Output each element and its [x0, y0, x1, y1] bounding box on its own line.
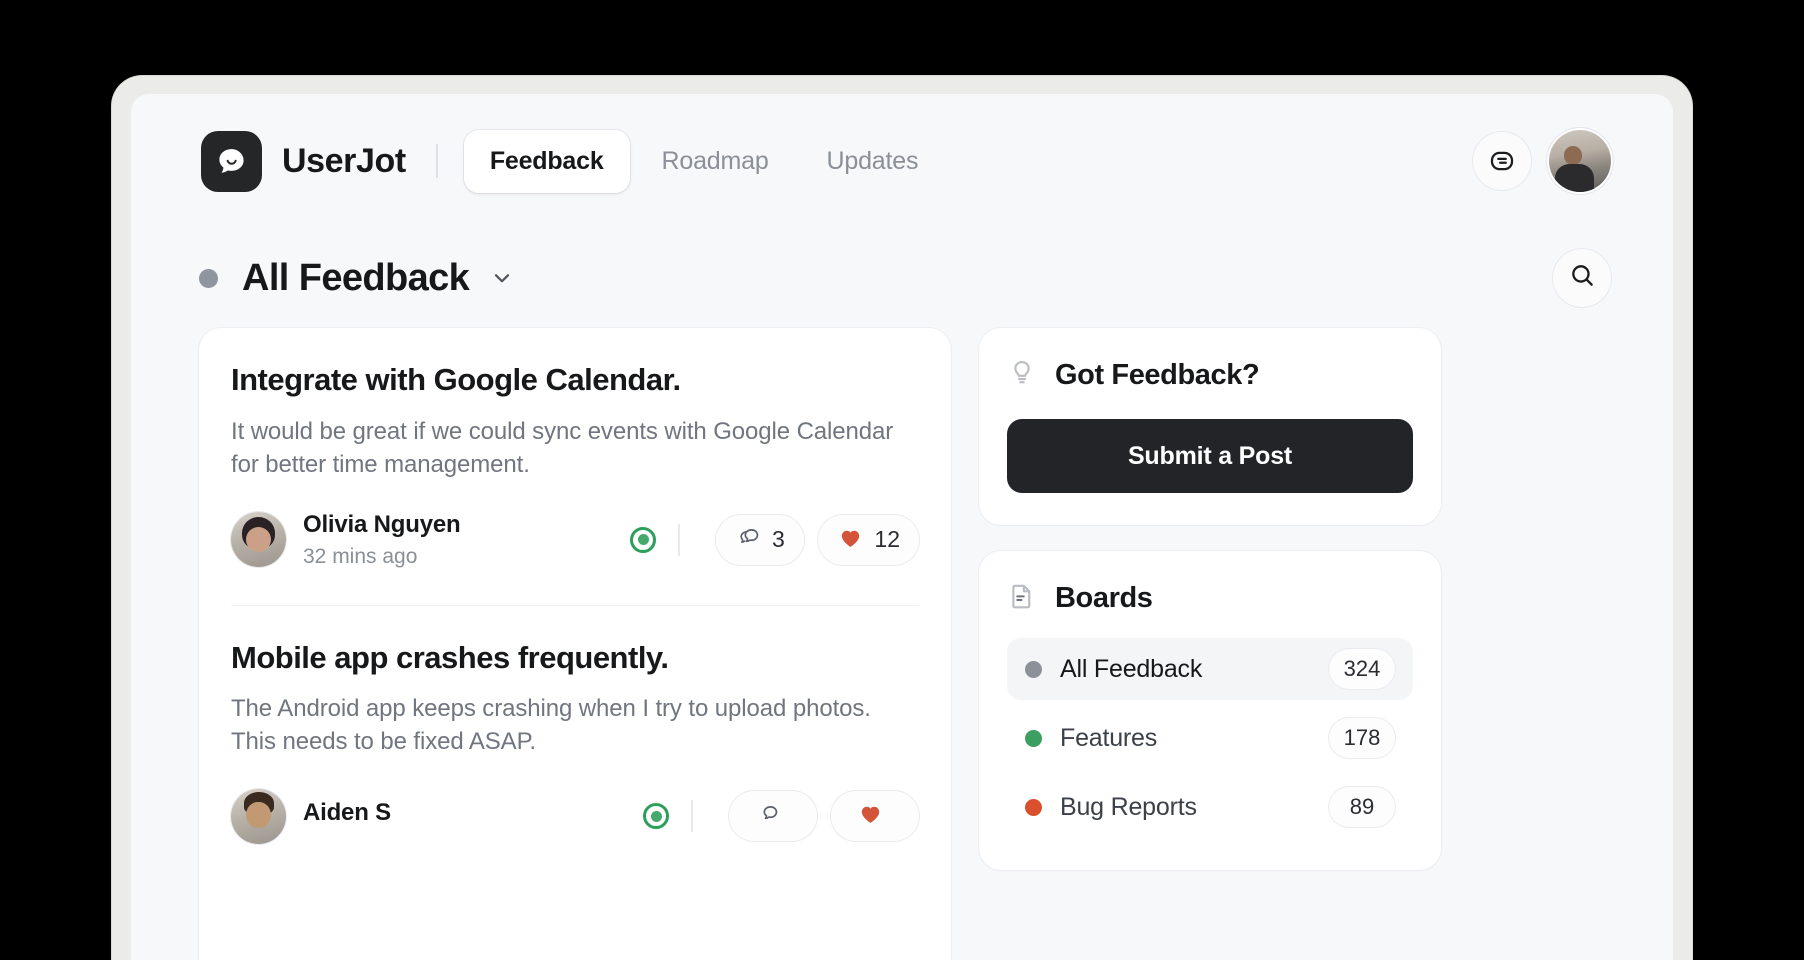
nav-divider [435, 144, 438, 178]
like-button[interactable] [831, 791, 919, 842]
board-color-dot [1025, 660, 1042, 678]
main-content: Integrate with Google Calendar. It would… [131, 328, 1673, 960]
post-body: The Android app keeps crashing when I tr… [231, 695, 871, 756]
top-navigation-bar: UserJot Feedback Roadmap Updates [131, 94, 1673, 228]
sidebar-item-all-feedback[interactable]: All Feedback 324 [1007, 638, 1413, 700]
status-badge [630, 526, 657, 553]
card-title: Got Feedback? [1055, 359, 1260, 391]
board-color-dot [1025, 798, 1042, 816]
card-title: Boards [1055, 582, 1153, 614]
list-item[interactable]: Mobile app crashes frequently. The Andro… [231, 604, 919, 880]
avatar[interactable] [1549, 130, 1611, 192]
post-title: Mobile app crashes frequently. [231, 639, 669, 675]
post-meta: Olivia Nguyen 32 mins ago 3 12 [231, 511, 919, 569]
board-label: Features [1060, 723, 1158, 752]
comment-count: 3 [772, 526, 785, 553]
board-label: All Feedback [1060, 654, 1203, 683]
robot-face-icon[interactable] [1473, 132, 1531, 190]
list-item[interactable]: Integrate with Google Calendar. It would… [231, 328, 919, 605]
document-icon [1007, 581, 1037, 616]
chevron-down-icon[interactable] [489, 265, 515, 291]
page-header: All Feedback [131, 228, 1673, 328]
author-name: Aiden S [303, 799, 391, 827]
like-count: 12 [874, 526, 900, 553]
like-button[interactable]: 12 [818, 514, 919, 565]
comment-button[interactable]: 3 [716, 514, 805, 565]
tab-roadmap[interactable]: Roadmap [636, 130, 795, 193]
submit-post-button[interactable]: Submit a Post [1007, 419, 1413, 493]
heart-icon [857, 800, 884, 832]
post-actions: 3 12 [630, 514, 919, 565]
search-button[interactable] [1553, 249, 1611, 307]
post-timestamp: 32 mins ago [303, 544, 418, 568]
boards-list: All Feedback 324 Features 178 Bug Report… [1007, 638, 1413, 838]
tab-feedback[interactable]: Feedback [463, 129, 630, 193]
comment-bubble-icon [755, 801, 781, 832]
post-author: Aiden S [231, 788, 391, 844]
post-author: Olivia Nguyen 32 mins ago [231, 510, 461, 569]
post-meta: Aiden S [231, 788, 919, 844]
screenshot-root: UserJot Feedback Roadmap Updates All Fee… [0, 0, 1804, 960]
brand-name: UserJot [282, 141, 406, 180]
got-feedback-card: Got Feedback? Submit a Post [979, 328, 1441, 525]
lightbulb-icon [1007, 358, 1037, 393]
top-right-actions [1473, 130, 1611, 192]
boards-card: Boards All Feedback 324 Features 178 Bug… [979, 551, 1441, 870]
tab-updates[interactable]: Updates [801, 130, 945, 193]
sidebar: Got Feedback? Submit a Post Boards All F… [979, 328, 1441, 960]
avatar [231, 788, 286, 844]
chat-smile-icon [201, 130, 262, 192]
app-screen: UserJot Feedback Roadmap Updates All Fee… [131, 94, 1673, 960]
avatar [231, 512, 286, 568]
sidebar-item-bug-reports[interactable]: Bug Reports 89 [1007, 776, 1413, 838]
search-icon [1568, 261, 1597, 295]
board-count-badge: 324 [1329, 649, 1395, 689]
divider [678, 523, 681, 556]
feedback-list: Integrate with Google Calendar. It would… [199, 328, 951, 960]
divider [691, 800, 693, 833]
page-title: All Feedback [242, 256, 470, 299]
board-count-badge: 89 [1329, 787, 1395, 827]
sidebar-item-features[interactable]: Features 178 [1007, 707, 1413, 769]
post-actions [643, 791, 919, 842]
comment-button[interactable] [729, 791, 817, 842]
author-name: Olivia Nguyen [303, 510, 461, 538]
heart-icon [837, 524, 864, 556]
nav-links: Feedback Roadmap Updates [463, 129, 945, 193]
board-count-badge: 178 [1329, 718, 1395, 758]
comment-bubble-icon [736, 524, 762, 555]
board-status-dot [199, 268, 218, 288]
brand-logo[interactable]: UserJot [201, 130, 406, 192]
post-body: It would be great if we could sync event… [231, 417, 894, 478]
board-color-dot [1025, 729, 1042, 747]
board-label: Bug Reports [1060, 792, 1197, 821]
post-title: Integrate with Google Calendar. [231, 362, 681, 397]
status-badge [643, 803, 669, 830]
